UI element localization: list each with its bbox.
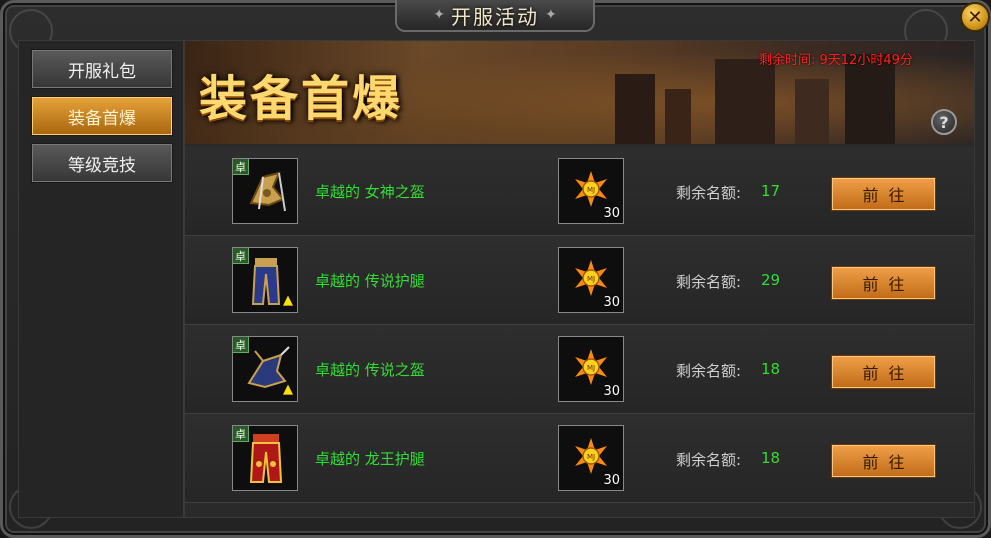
svg-text:MJ: MJ	[587, 364, 595, 372]
quota-label: 剩余名额:	[676, 184, 742, 202]
close-icon: ✕	[967, 6, 983, 28]
reward-count: 30	[603, 206, 620, 221]
quota-label: 剩余名额:	[676, 273, 742, 291]
reward-slot[interactable]: MJ 30	[558, 425, 624, 491]
title-ornament-right-icon: ✦	[545, 7, 557, 23]
quality-tag: 卓	[233, 426, 249, 442]
reward-count: 30	[603, 295, 620, 310]
window-title: 开服活动	[451, 4, 539, 29]
svg-text:MJ: MJ	[587, 186, 595, 194]
quality-tag: 卓	[233, 337, 249, 353]
banner: 装备首爆 剩余时间: 9天12小时49分 ?	[185, 41, 974, 144]
item-slot[interactable]: 卓 ▲	[232, 336, 298, 402]
countdown-timer: 剩余时间: 9天12小时49分	[759, 53, 913, 68]
title-ornament-left-icon: ✦	[433, 7, 445, 23]
go-button[interactable]: 前往	[831, 444, 936, 478]
banner-castle-art	[665, 89, 691, 144]
svg-text:MJ: MJ	[587, 453, 595, 461]
banner-castle-art	[795, 79, 829, 144]
sidebar: 开服礼包 装备首爆 等级竞技	[18, 40, 184, 518]
reward-slot[interactable]: MJ 30	[558, 336, 624, 402]
item-name: 卓越的 传说之盔	[315, 361, 425, 379]
go-button[interactable]: 前往	[831, 177, 936, 211]
svg-text:MJ: MJ	[587, 275, 595, 283]
quota-value: 18	[761, 360, 781, 378]
equipment-row: 卓 ▲ 卓越的 传说之盔 MJ 30 剩余名额: 18 前往	[185, 325, 974, 414]
quota-label: 剩余名额:	[676, 362, 742, 380]
upgrade-arrow-icon: ▲	[283, 382, 293, 397]
banner-castle-art	[715, 59, 775, 144]
upgrade-arrow-icon: ▲	[283, 293, 293, 308]
main-panel: 装备首爆 剩余时间: 9天12小时49分 ? 卓 卓越的 女神之盔 MJ 30 …	[184, 40, 975, 518]
go-button[interactable]: 前往	[831, 266, 936, 300]
sidebar-item-open-gift[interactable]: 开服礼包	[31, 49, 173, 89]
item-slot[interactable]: 卓 ▲	[232, 247, 298, 313]
title-plate: ✦ 开服活动 ✦	[395, 0, 595, 32]
quality-tag: 卓	[233, 159, 249, 175]
reward-count: 30	[603, 384, 620, 399]
quota-label: 剩余名额:	[676, 451, 742, 469]
sidebar-item-equipment-first-drop[interactable]: 装备首爆	[31, 96, 173, 136]
banner-title: 装备首爆	[199, 71, 404, 127]
help-button[interactable]: ?	[931, 109, 957, 135]
item-name: 卓越的 女神之盔	[315, 183, 425, 201]
close-button[interactable]: ✕	[960, 2, 990, 32]
go-button[interactable]: 前往	[831, 355, 936, 389]
item-slot[interactable]: 卓	[232, 158, 298, 224]
equipment-list: 卓 卓越的 女神之盔 MJ 30 剩余名额: 17 前往 卓 ▲ 卓越的 传说护…	[185, 147, 974, 517]
reward-slot[interactable]: MJ 30	[558, 247, 624, 313]
item-slot[interactable]: 卓	[232, 425, 298, 491]
quota-value: 18	[761, 449, 781, 467]
quota-value: 17	[761, 182, 781, 200]
equipment-row: 卓 卓越的 龙王护腿 MJ 30 剩余名额: 18 前往	[185, 414, 974, 503]
equipment-row: 卓 ▲ 卓越的 传说护腿 MJ 30 剩余名额: 29 前往	[185, 236, 974, 325]
sidebar-item-level-competition[interactable]: 等级竞技	[31, 143, 173, 183]
item-name: 卓越的 龙王护腿	[315, 450, 425, 468]
quality-tag: 卓	[233, 248, 249, 264]
item-name: 卓越的 传说护腿	[315, 272, 425, 290]
equipment-row: 卓 卓越的 女神之盔 MJ 30 剩余名额: 17 前往	[185, 147, 974, 236]
reward-slot[interactable]: MJ 30	[558, 158, 624, 224]
reward-count: 30	[603, 473, 620, 488]
banner-castle-art	[615, 74, 655, 144]
quota-value: 29	[761, 271, 781, 289]
